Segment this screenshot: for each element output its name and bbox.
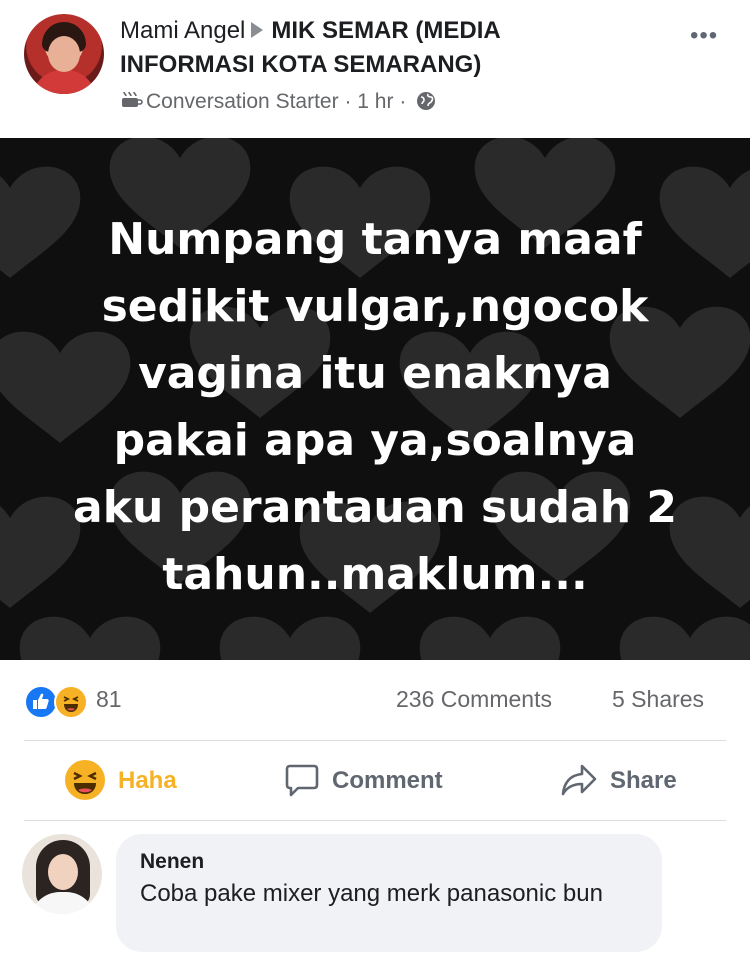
like-reaction-icon[interactable] [24, 685, 58, 719]
image-text-line: aku perantauan sudah 2 [73, 482, 677, 533]
conversation-starter-badge: Conversation Starter [146, 90, 339, 113]
coffee-cup-icon [122, 91, 143, 107]
haha-reaction-icon[interactable] [54, 685, 88, 719]
divider [24, 820, 726, 821]
image-text-line: vagina itu enaknya [138, 348, 612, 399]
author-name[interactable]: Mami Angel [120, 17, 245, 44]
post-meta: Conversation Starter · 1 hr · [120, 88, 436, 116]
post-image-text: Numpang tanya maaf sedikit vulgar,,ngoco… [30, 206, 720, 608]
meta-separator: · [344, 90, 352, 113]
haha-label: Haha [118, 767, 177, 794]
author-avatar[interactable] [24, 14, 104, 94]
divider [24, 740, 726, 741]
commenter-name[interactable]: Nenen [140, 850, 204, 874]
post-header: Mami Angel MIK SEMAR (MEDIA INFORMASI KOT… [0, 0, 750, 138]
share-arrow-icon [561, 764, 597, 795]
comment-icon [285, 764, 319, 796]
haha-button[interactable]: Haha [64, 758, 177, 804]
more-options-icon[interactable]: ••• [690, 22, 718, 50]
share-label: Share [610, 767, 677, 794]
post-title-line-2: INFORMASI KOTA SEMARANG) [120, 50, 680, 80]
arrow-right-icon [251, 21, 264, 38]
haha-icon [65, 759, 105, 800]
shares-count[interactable]: 5 Shares [612, 686, 704, 713]
comment-label: Comment [332, 767, 443, 794]
share-button[interactable]: Share [560, 758, 677, 804]
image-text-line: sedikit vulgar,,ngocok [101, 281, 649, 332]
group-name-part-2[interactable]: INFORMASI KOTA SEMARANG) [120, 51, 481, 78]
group-name-part-1[interactable]: MIK SEMAR (MEDIA [271, 17, 500, 44]
comment-button[interactable]: Comment [284, 758, 443, 804]
image-text-line: Numpang tanya maaf [108, 214, 642, 265]
commenter-avatar[interactable] [22, 834, 102, 914]
globe-icon [417, 92, 436, 110]
comments-count[interactable]: 236 Comments [396, 686, 552, 713]
comment-text: Coba pake mixer yang merk panasonic bun [140, 880, 603, 907]
meta-separator-2: · [399, 90, 407, 113]
reactions-count[interactable]: 81 [96, 686, 122, 713]
post-time[interactable]: 1 hr [357, 90, 393, 113]
post-image[interactable]: Numpang tanya maaf sedikit vulgar,,ngoco… [0, 138, 750, 660]
post-title-line-1: Mami Angel MIK SEMAR (MEDIA [120, 16, 680, 46]
image-text-line: tahun..maklum... [162, 549, 588, 600]
image-text-line: pakai apa ya,soalnya [113, 415, 637, 466]
